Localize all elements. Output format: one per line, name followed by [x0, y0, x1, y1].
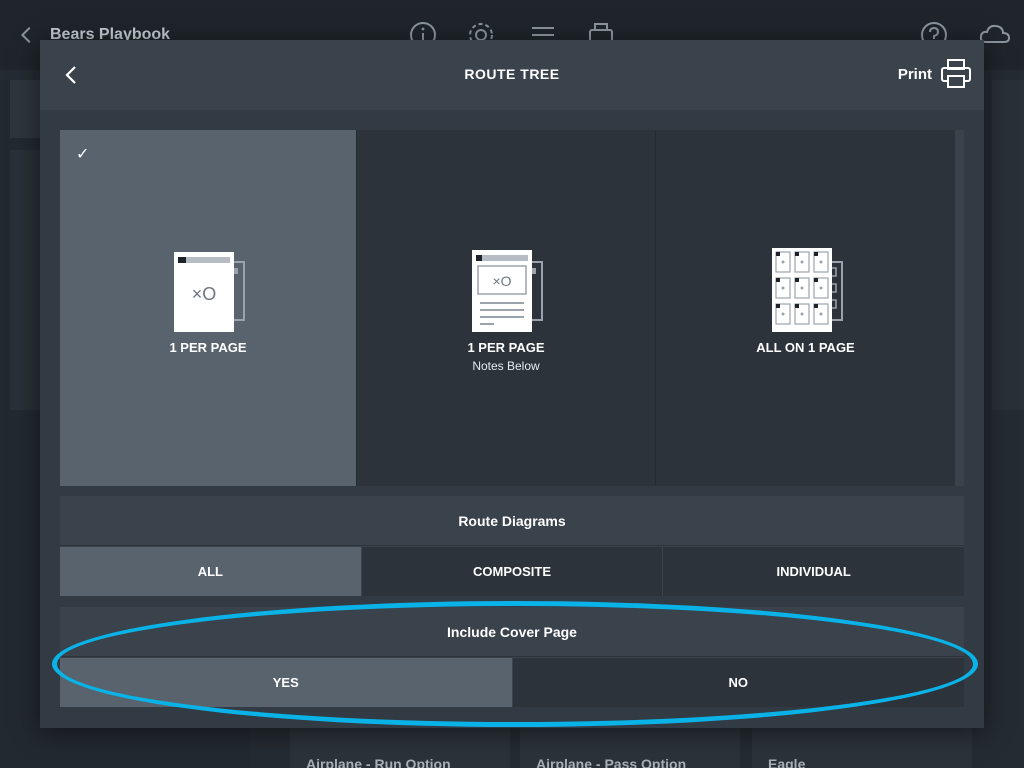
route-tree-modal: ROUTE TREE Print ✓ ×O 1 PER PAGE ×O 1 PE…	[40, 40, 984, 728]
route-diagrams-all-button[interactable]: ALL	[60, 547, 362, 596]
layout-option-1-per-page[interactable]: ✓ ×O 1 PER PAGE	[60, 130, 357, 486]
route-diagrams-title: Route Diagrams	[60, 496, 964, 546]
printer-icon	[941, 59, 971, 88]
svg-text:×O: ×O	[192, 284, 217, 304]
layout-label: 1 PER PAGE	[169, 340, 247, 355]
app-root: Bears Playbook C Al Ur Sh Ur Airplane - …	[0, 0, 1024, 768]
play-card-label: Airplane - Run Option	[306, 756, 451, 768]
route-diagrams-group: Route Diagrams ALL COMPOSITE INDIVIDUAL	[60, 496, 965, 596]
print-button[interactable]: Print	[898, 58, 972, 90]
cover-page-group: Include Cover Page YES NO	[60, 607, 964, 707]
page-notes-icon: ×O	[472, 250, 543, 332]
route-diagrams-segmented: ALL COMPOSITE INDIVIDUAL	[60, 547, 965, 596]
print-label: Print	[897, 65, 932, 83]
play-card[interactable]: Airplane - Pass Option	[520, 728, 740, 768]
cover-page-yes-button[interactable]: YES	[60, 658, 513, 707]
play-card[interactable]: Airplane - Run Option	[290, 728, 510, 768]
page-grid-icon	[771, 248, 843, 332]
modal-header: ROUTE TREE Print	[40, 40, 984, 110]
play-card-label: Eagle	[768, 756, 806, 768]
route-diagrams-composite-button[interactable]: COMPOSITE	[361, 547, 664, 596]
layout-label: ALL ON 1 PAGE	[756, 340, 855, 355]
play-card[interactable]: Eagle	[752, 728, 972, 768]
layout-option-notes-below[interactable]: ×O 1 PER PAGE Notes Below	[357, 130, 656, 486]
background-right-panel	[992, 80, 1024, 410]
play-card-label: Airplane - Pass Option	[536, 756, 687, 768]
cover-page-no-button[interactable]: NO	[512, 658, 964, 707]
checkmark-icon: ✓	[76, 146, 90, 163]
route-diagrams-individual-button[interactable]: INDIVIDUAL	[663, 547, 965, 596]
layout-options: ✓ ×O 1 PER PAGE ×O 1 PER PAGE Notes Belo…	[60, 130, 964, 486]
layout-scrollbar[interactable]	[955, 130, 964, 486]
layout-option-all-on-1-page[interactable]: ALL ON 1 PAGE	[656, 130, 955, 486]
cover-page-title: Include Cover Page	[60, 607, 964, 657]
svg-text:×O: ×O	[492, 273, 511, 289]
layout-sublabel: Notes Below	[472, 359, 540, 373]
cover-page-segmented: YES NO	[60, 658, 964, 707]
back-icon[interactable]	[16, 24, 38, 46]
modal-title: ROUTE TREE	[464, 66, 560, 82]
layout-label: 1 PER PAGE	[467, 340, 545, 355]
page-xo-icon: ×O	[174, 252, 245, 332]
